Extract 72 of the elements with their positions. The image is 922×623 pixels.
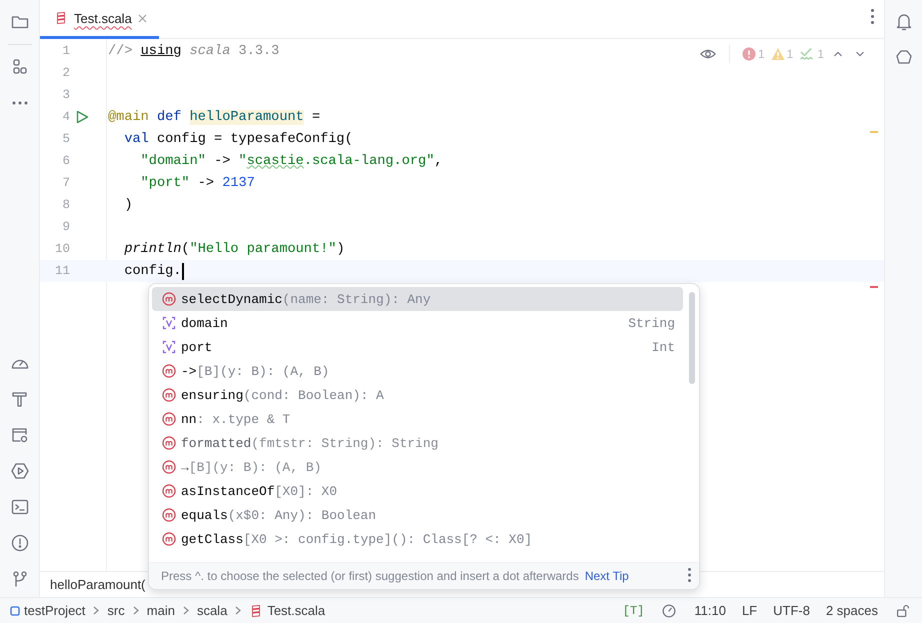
line-number: 1 [61,44,70,58]
status-item[interactable]: UTF-8 [773,603,810,618]
completion-item[interactable]: getClass[X0 >: config.type](): Class[? <: X0] [152,527,683,551]
error-marker[interactable] [870,286,878,288]
spelling-check-icon [799,47,816,61]
completion-item[interactable]: nn: x.type & T [152,407,683,431]
breadcrumb-item[interactable]: main [146,603,175,618]
code-line: "port" -> 2137 [140,174,255,192]
value-icon [162,340,176,354]
code-line: //> using scala 3.3.3 [108,42,280,60]
status-item[interactable]: 2 spaces [826,603,878,618]
file-icon [54,11,68,25]
line-number: 3 [61,88,70,102]
method-icon [162,508,176,522]
completion-item[interactable]: ensuring(cond: Boolean): A [152,383,683,407]
error-icon [742,47,756,61]
status-item[interactable]: LF [742,603,758,618]
code-line: println("Hello paramount!") [123,240,345,258]
status-badge[interactable]: [T] [622,604,644,618]
line-number: 6 [61,154,70,168]
completion-item[interactable]: →[B](y: B): (A, B) [152,455,683,479]
completion-item[interactable]: formatted(fmtstr: String): String [152,431,683,455]
breadcrumb-item[interactable]: src [107,603,125,618]
code-line: val config = typesafeConfig( [123,130,353,148]
code-line: "domain" -> "scastie.scala-lang.org", [140,152,443,170]
line-number: 9 [61,220,70,234]
completion-item[interactable]: ->[B](y: B): (A, B) [152,359,683,383]
code-line: @main def helloParamount = [108,108,320,126]
chevron-icon [235,606,242,615]
completion-item[interactable]: selectDynamic(name: String): Any [152,287,683,311]
line-number: 11 [54,264,70,278]
code-line: config. [108,260,184,282]
method-icon [162,412,176,426]
tip-text: Press ^. to choose the selected (or first) suggestion and insert a dot afterwards [161,569,579,583]
line-number: 2 [61,66,70,80]
value-icon [162,316,176,330]
breadcrumb-item[interactable]: scala [196,603,228,618]
warning-marker[interactable] [870,131,878,133]
method-icon [162,436,176,450]
next-tip-link[interactable]: Next Tip [584,569,629,583]
breadcrumb[interactable]: helloParamount( [50,577,146,592]
completion-item[interactable]: equals(x$0: Any): Boolean [152,503,683,527]
breadcrumb-item[interactable]: testProject [24,603,86,618]
close-icon[interactable] [138,14,147,22]
run-icon[interactable] [75,110,89,124]
method-icon [162,484,176,498]
chevron-icon [182,606,189,615]
completion-item[interactable]: domain String [152,311,683,335]
chevron-icon [132,606,139,615]
status-item[interactable]: 11:10 [694,603,726,618]
line-number: 5 [61,132,70,146]
module-icon [10,606,20,616]
method-icon [162,292,176,306]
warning-icon [770,47,785,61]
more-icon [688,568,691,582]
editor-tab[interactable]: Test.scala [40,0,159,39]
line-number: 4 [61,110,70,124]
method-icon [162,460,176,474]
line-number: 8 [61,198,70,212]
breadcrumb-item[interactable]: Test.scala [267,603,326,618]
method-icon [162,532,176,546]
chevron-icon [93,606,100,615]
code-line: ) [123,196,132,214]
method-icon [162,364,176,378]
line-number: 10 [54,242,70,256]
method-icon [162,388,176,402]
completion-item[interactable]: port Int [152,335,683,359]
line-number: 7 [61,176,70,190]
gauge-icon [660,602,678,620]
completion-item[interactable]: asInstanceOf[X0]: X0 [152,479,683,503]
scrollbar[interactable] [689,292,695,384]
more-icon [871,9,874,24]
